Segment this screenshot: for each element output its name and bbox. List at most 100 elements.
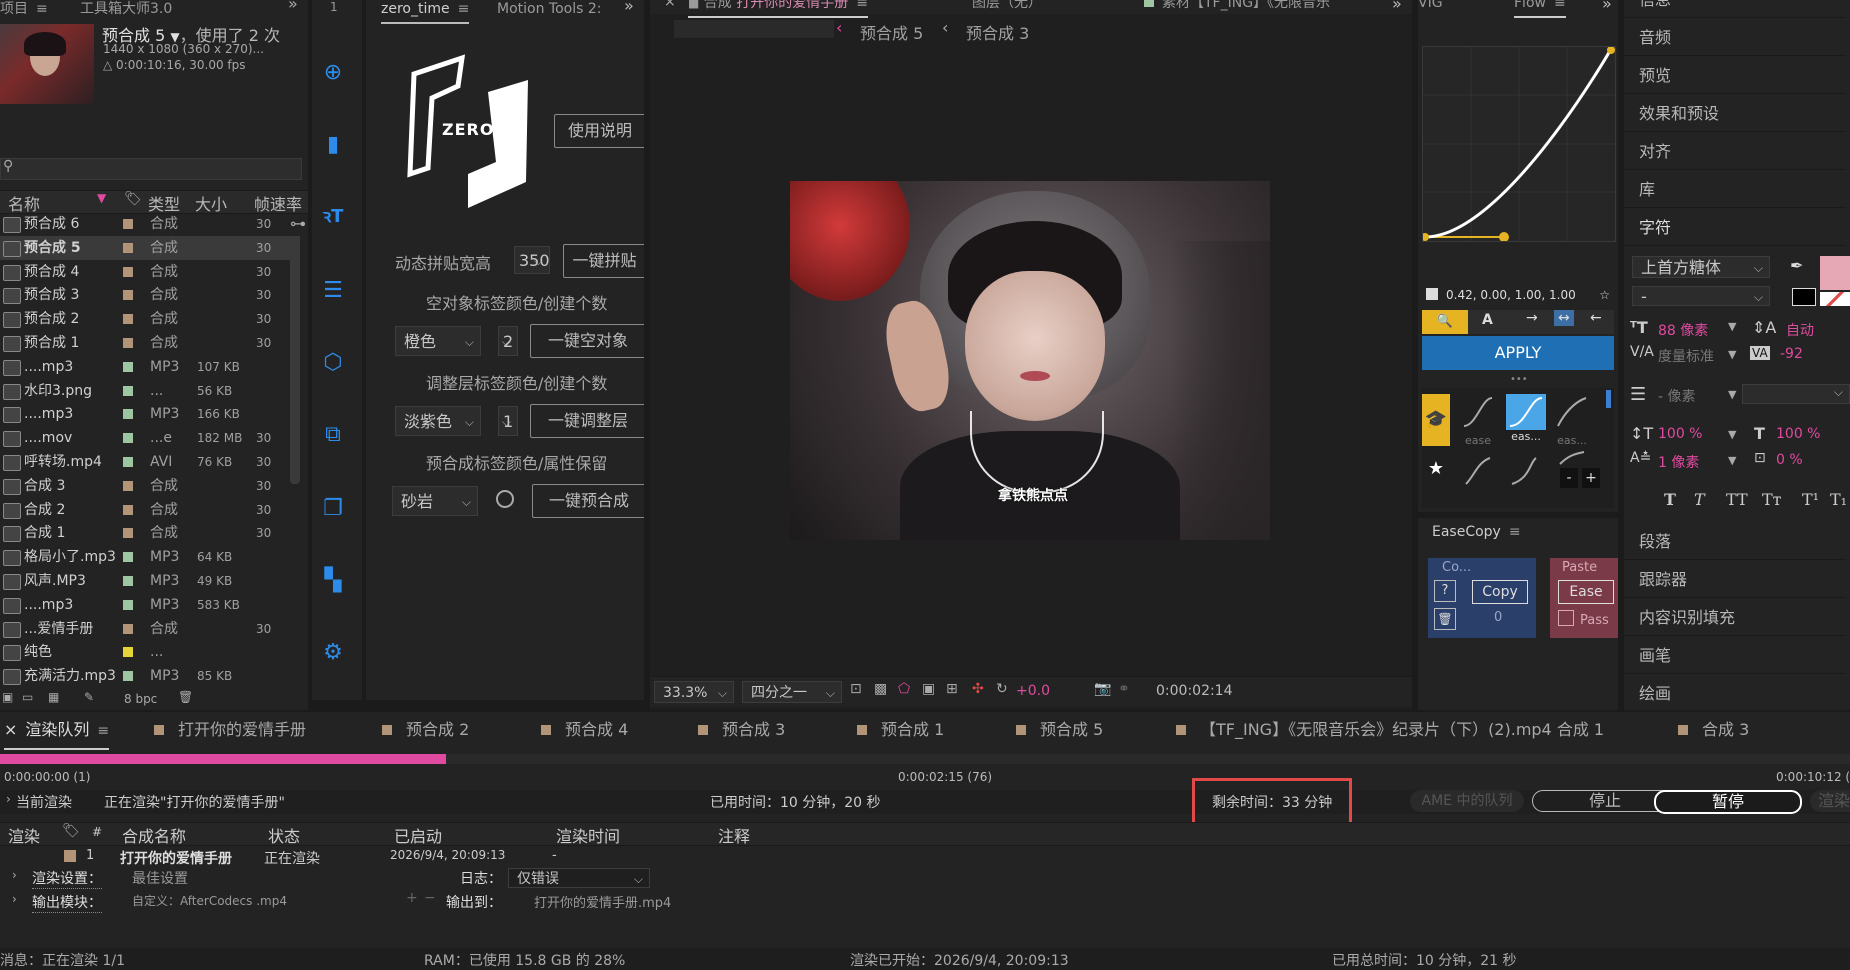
right-panel-item[interactable]: 预览: [1624, 58, 1846, 94]
stroke-type-dropdown[interactable]: [1742, 384, 1850, 404]
stroke-width-dropdown-icon[interactable]: ▼: [1728, 388, 1736, 401]
footage-tab[interactable]: 素材【TF_ING】《无限音乐: [1144, 0, 1330, 16]
item-label-swatch[interactable]: [123, 647, 133, 658]
item-label-swatch[interactable]: [123, 552, 133, 563]
preset-minus-button[interactable]: -: [1560, 468, 1578, 488]
output-to-value[interactable]: 打开你的爱情手册.mp4: [534, 892, 671, 911]
baseline-value[interactable]: 1 像素: [1658, 452, 1699, 472]
project-list-item[interactable]: 充满活力.mp3 MP3 85 KB: [0, 664, 300, 688]
right-panel-item[interactable]: 段落: [1624, 524, 1846, 560]
cube-icon[interactable]: ⬡: [318, 348, 348, 378]
fill-color-swatch[interactable]: [1820, 256, 1850, 290]
faux-italic-button[interactable]: T: [1694, 490, 1705, 509]
adj-button[interactable]: 一键调整层: [530, 404, 644, 438]
item-label-swatch[interactable]: [123, 671, 133, 682]
text-tool-icon[interactable]: ꝛT: [318, 202, 348, 232]
null-count-input[interactable]: 2: [498, 326, 518, 357]
guides-icon[interactable]: ▣: [922, 681, 935, 697]
preset-ease[interactable]: ease: [1460, 394, 1496, 447]
add-circle-icon[interactable]: ⊕: [318, 58, 348, 88]
project-list-item[interactable]: 预合成 5 合成 30: [0, 235, 300, 260]
null-button[interactable]: 一键空对象: [530, 324, 644, 358]
timecode[interactable]: 0:00:02:14: [1156, 683, 1233, 699]
settings-gear-icon[interactable]: ⚙: [318, 638, 348, 668]
panel-overflow-icon[interactable]: »: [1602, 0, 1612, 13]
timeline-comp-tab[interactable]: 预合成 5: [1016, 712, 1103, 748]
item-label-swatch[interactable]: [123, 599, 133, 610]
preset-ease-selected[interactable]: eas...: [1506, 394, 1546, 446]
menu-icon[interactable]: ≡: [1554, 0, 1566, 12]
preset-curve-6[interactable]: [1554, 450, 1590, 466]
preset-ease-3[interactable]: eas...: [1554, 394, 1590, 447]
motion-tools-tab[interactable]: Motion Tools 2:: [497, 0, 601, 22]
copy-layers-icon[interactable]: ❐: [318, 494, 348, 524]
vertical-scale-value[interactable]: 100 %: [1658, 426, 1702, 442]
all-caps-button[interactable]: TT: [1726, 490, 1748, 509]
tsume-value[interactable]: 0 %: [1776, 452, 1803, 468]
preset-curve-5[interactable]: [1506, 454, 1542, 486]
kerning-value[interactable]: 度量标准: [1658, 346, 1714, 366]
right-panel-item[interactable]: 音频: [1624, 20, 1846, 56]
project-list-item[interactable]: 预合成 4 合成 30: [0, 260, 300, 284]
render-queue-tab[interactable]: × 渲染队列 ≡: [4, 712, 110, 750]
tile-value-input[interactable]: 350: [514, 246, 550, 275]
project-scrollbar[interactable]: [290, 236, 300, 484]
delete-icon[interactable]: ▮: [318, 130, 348, 160]
timeline-comp-tab[interactable]: 预合成 4: [541, 712, 628, 748]
comp-tab[interactable]: ■ 合成 打开你的爱情手册 ≡: [688, 0, 868, 18]
comp-canvas[interactable]: 拿铁熊点点: [790, 181, 1270, 540]
snapshot-icon[interactable]: 📷: [1094, 681, 1111, 697]
adj-color-dropdown[interactable]: 淡紫色: [395, 406, 481, 437]
project-list-item[interactable]: 预合成 6 合成 30: [0, 212, 300, 236]
item-label-swatch[interactable]: [123, 385, 133, 396]
tile-button[interactable]: 一键拼贴: [563, 244, 644, 278]
panel-overflow-icon[interactable]: »: [288, 0, 298, 13]
menu-icon[interactable]: ≡: [1509, 524, 1521, 540]
item-label-swatch[interactable]: [123, 266, 133, 277]
ease-paste-button[interactable]: Ease: [1558, 580, 1614, 604]
project-list-item[interactable]: ...爱情手册 合成 30: [0, 617, 300, 641]
copy-button[interactable]: Copy: [1472, 580, 1528, 604]
vertical-scale-dropdown-icon[interactable]: ▼: [1728, 428, 1736, 441]
panel-overflow-icon[interactable]: »: [1392, 0, 1402, 13]
pre-button[interactable]: 一键预合成: [532, 484, 644, 518]
kerning-dropdown-icon[interactable]: ▼: [1728, 348, 1736, 361]
col-render-time[interactable]: 渲染时间: [556, 823, 620, 847]
panel-overflow-icon[interactable]: »: [624, 0, 634, 15]
arrow-both-icon[interactable]: ↔: [1554, 310, 1574, 326]
remove-output-icon[interactable]: −: [424, 890, 436, 906]
item-label-swatch[interactable]: [123, 409, 133, 420]
leading-value[interactable]: 自动: [1786, 320, 1814, 340]
mask-icon[interactable]: ⬠: [898, 681, 910, 697]
project-list-item[interactable]: 预合成 3 合成 30: [0, 283, 300, 307]
keep-props-radio[interactable]: [496, 490, 514, 508]
render-settings-value[interactable]: 最佳设置: [132, 868, 188, 888]
col-render[interactable]: 渲染: [8, 823, 40, 847]
superscript-button[interactable]: T¹: [1802, 490, 1819, 509]
menu-icon[interactable]: ≡: [97, 713, 109, 749]
project-list-item[interactable]: 纯色...: [0, 640, 300, 664]
item-label-swatch[interactable]: [123, 338, 133, 348]
add-output-icon[interactable]: +: [406, 890, 418, 906]
col-number[interactable]: #: [92, 825, 102, 839]
item-label-swatch[interactable]: [123, 242, 133, 253]
preset-curve-4[interactable]: [1460, 454, 1496, 486]
col-comment[interactable]: 注释: [718, 823, 750, 847]
star-icon[interactable]: ☆: [1599, 288, 1610, 302]
item-label-swatch[interactable]: [123, 290, 133, 301]
key-icon[interactable]: 🔍: [1422, 310, 1468, 334]
clear-trash-icon[interactable]: 🗑: [1434, 608, 1456, 630]
item-label-swatch[interactable]: [123, 433, 133, 444]
right-panel-item[interactable]: 信息: [1624, 0, 1846, 18]
project-list-item[interactable]: ....mp3 MP3 583 KB: [0, 593, 300, 617]
project-list-item[interactable]: ....mp3 MP3 107 KB: [0, 355, 300, 379]
reset-exposure-icon[interactable]: ↻: [996, 681, 1008, 697]
curve-values[interactable]: 0.42, 0.00, 1.00, 1.00 ☆: [1422, 288, 1614, 308]
horizontal-scale-value[interactable]: 100 %: [1776, 426, 1820, 442]
flow-tab[interactable]: Flow ≡: [1514, 0, 1566, 18]
font-size-value[interactable]: 88 像素: [1658, 320, 1708, 340]
render-button[interactable]: 渲染: [1810, 790, 1850, 812]
right-panel-item[interactable]: 画笔: [1624, 638, 1846, 674]
learn-icon[interactable]: 🎓: [1422, 394, 1450, 446]
col-started[interactable]: 已启动: [394, 823, 442, 847]
